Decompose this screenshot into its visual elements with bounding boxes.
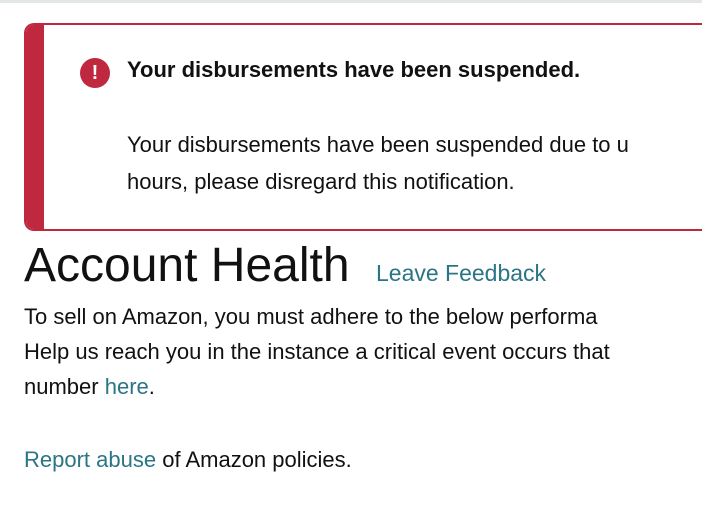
intro-line-3-prefix: number <box>24 374 105 399</box>
intro-line-2: Help us reach you in the instance a crit… <box>24 339 610 364</box>
page-title: Account Health <box>24 239 350 292</box>
here-link[interactable]: here <box>105 374 149 399</box>
page-header: Account Health Leave Feedback <box>24 237 546 295</box>
alert-body-line-1: Your disbursements have been suspended d… <box>127 132 629 157</box>
suspension-alert: ! Your disbursements have been suspended… <box>24 23 702 231</box>
alert-body: Your disbursements have been suspended d… <box>127 126 702 200</box>
report-abuse-suffix: of Amazon policies. <box>156 447 352 472</box>
alert-accent-bar <box>26 25 44 229</box>
top-divider <box>0 0 702 3</box>
intro-line-3: number here. <box>24 369 610 404</box>
leave-feedback-link[interactable]: Leave Feedback <box>376 260 546 287</box>
alert-body-line-2: hours, please disregard this notificatio… <box>127 169 515 194</box>
intro-line-1: To sell on Amazon, you must adhere to th… <box>24 304 598 329</box>
report-abuse-link[interactable]: Report abuse <box>24 447 156 472</box>
alert-title: Your disbursements have been suspended. <box>127 57 581 82</box>
report-abuse-line: Report abuse of Amazon policies. <box>24 442 352 477</box>
intro-line-3-suffix: . <box>148 374 155 399</box>
exclamation-circle-icon: ! <box>80 58 110 88</box>
intro-text: To sell on Amazon, you must adhere to th… <box>24 299 610 404</box>
